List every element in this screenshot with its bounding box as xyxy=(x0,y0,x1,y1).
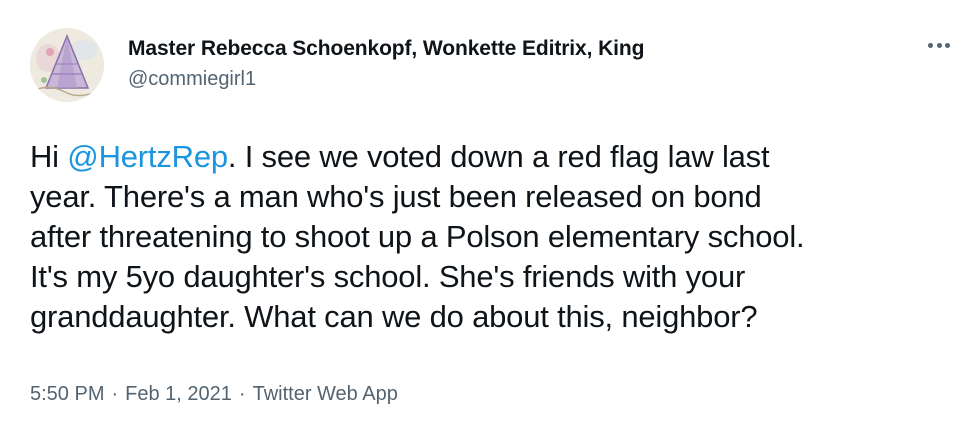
tweet-card: Master Rebecca Schoenkopf, Wonkette Edit… xyxy=(0,0,980,439)
author-display-name[interactable]: Master Rebecca Schoenkopf, Wonkette Edit… xyxy=(128,37,644,61)
tweet-line: granddaughter. What can we do about this… xyxy=(30,299,758,334)
tweet-text: Hi @HertzRep. I see we voted down a red … xyxy=(30,137,960,337)
avatar[interactable] xyxy=(30,28,104,102)
tweet-date[interactable]: Feb 1, 2021 xyxy=(125,383,232,405)
tweet-line: after threatening to shoot up a Polson e… xyxy=(30,219,805,254)
tweet-time[interactable]: 5:50 PM xyxy=(30,383,104,405)
mention-link[interactable]: @HertzRep xyxy=(67,139,228,174)
more-horizontal-icon-dot xyxy=(936,42,942,48)
tweet-metadata: 5:50 PM · Feb 1, 2021 · Twitter Web App xyxy=(30,383,398,406)
tweet-text-segment: Hi xyxy=(30,139,68,174)
tweet-text-segment: . I see we voted down a red flag law las… xyxy=(227,139,770,174)
more-horizontal-icon xyxy=(928,42,933,48)
tweet-line: year. There's a man who's just been rele… xyxy=(30,179,762,214)
meta-separator: · xyxy=(238,383,246,405)
child-drawing-avatar-icon xyxy=(30,28,104,102)
tweet-source-app[interactable]: Twitter Web App xyxy=(253,383,398,405)
meta-separator: · xyxy=(111,383,119,405)
author-handle[interactable]: @commiegirl1 xyxy=(128,68,256,91)
tweet-line: Hi @HertzRep. I see we voted down a red … xyxy=(30,137,960,177)
more-options-button[interactable] xyxy=(928,34,950,56)
more-horizontal-icon-dot xyxy=(945,42,950,48)
tweet-line: It's my 5yo daughter's school. She's fri… xyxy=(30,259,746,294)
